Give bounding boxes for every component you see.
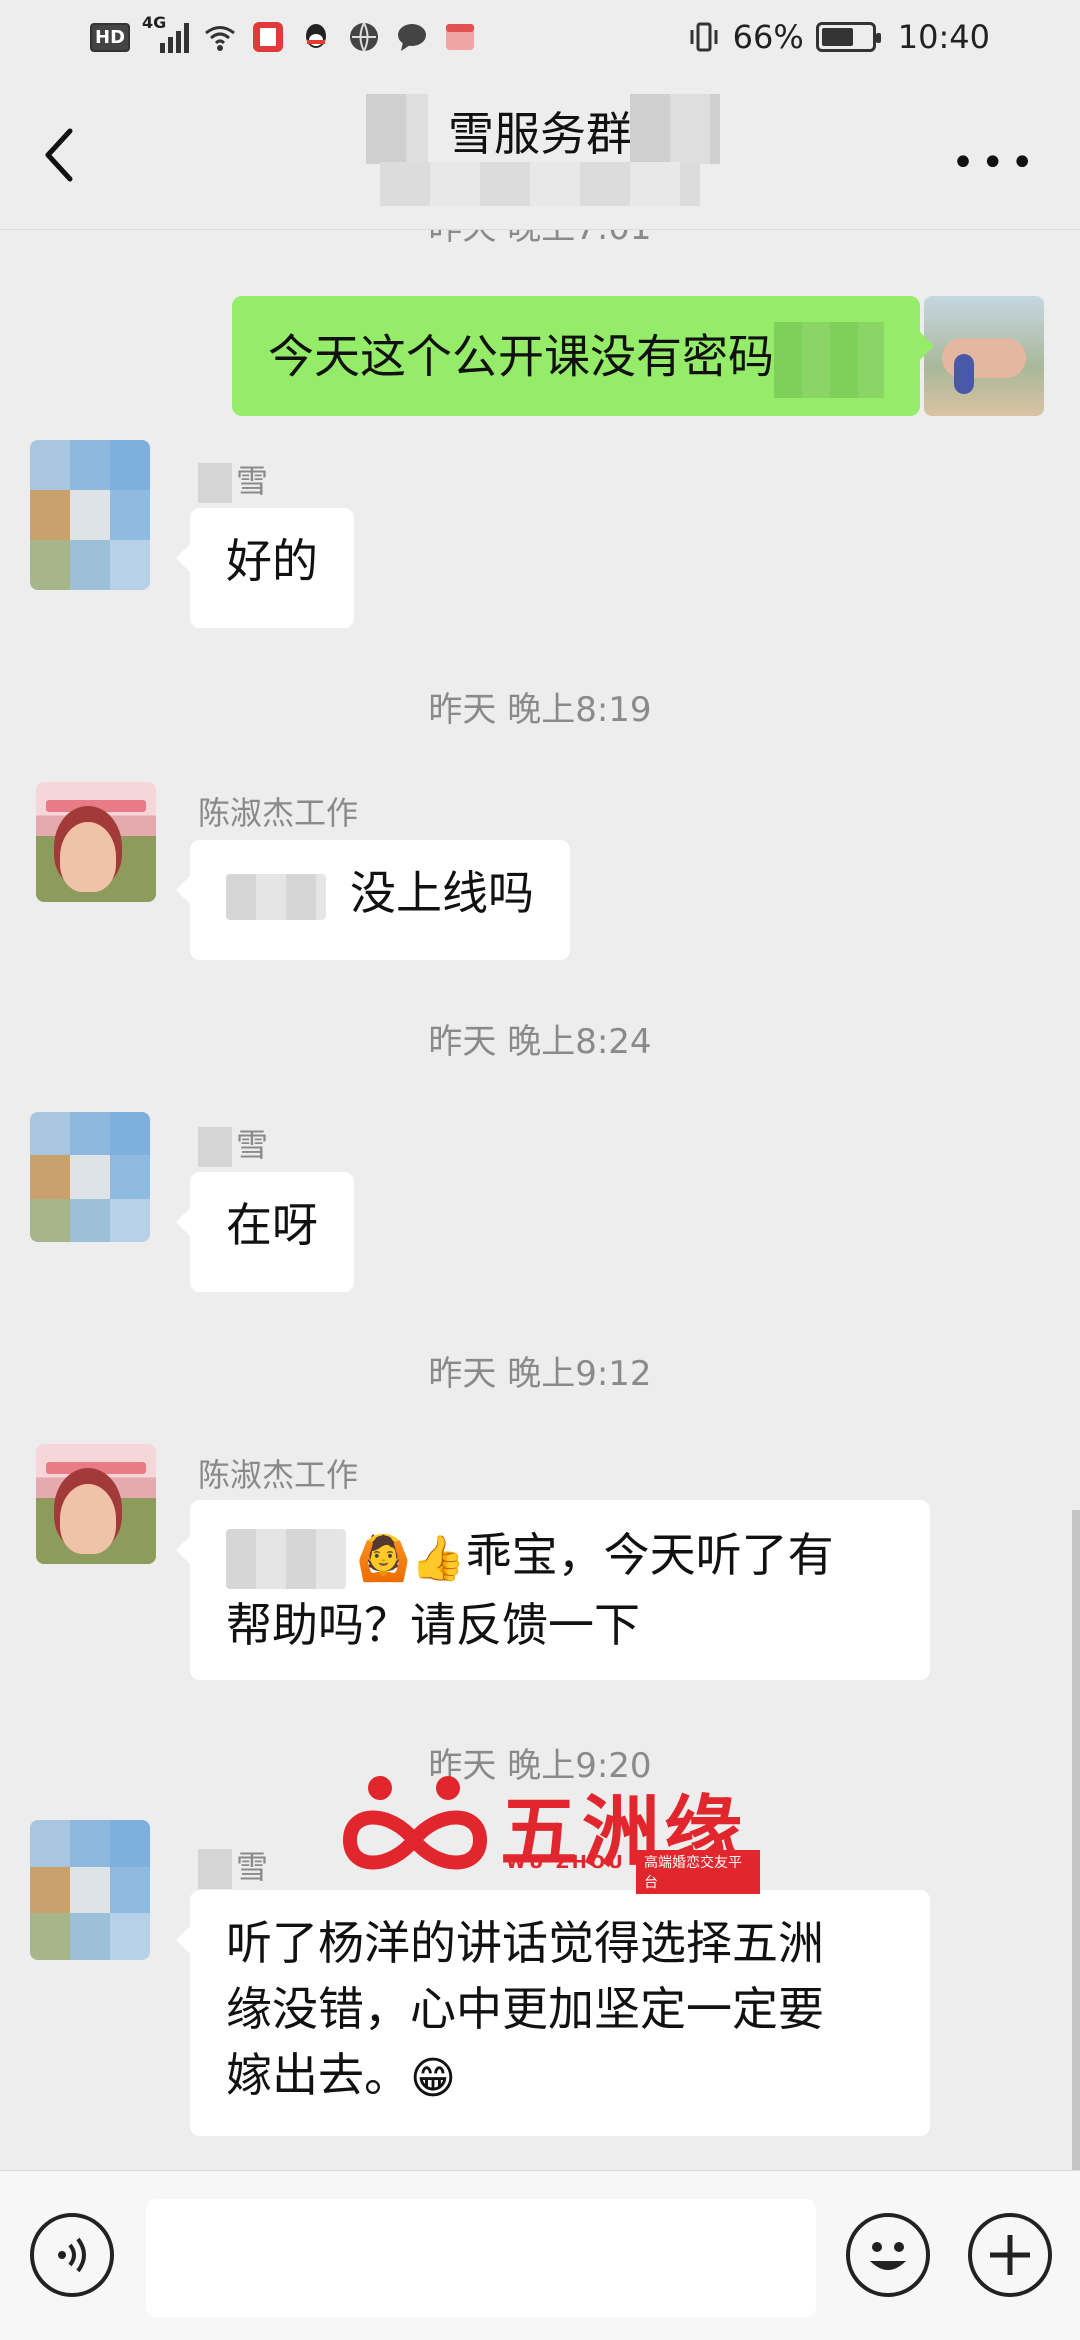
wifi-icon (205, 26, 235, 51)
incoming-message[interactable]: 听了杨洋的讲话觉得选择五洲 缘没错，心中更加坚定一定要 嫁出去。😁 (176, 1890, 930, 2136)
infinity-logo-icon (342, 1776, 488, 1870)
timestamp: 昨天 晚上9:12 (428, 1354, 652, 1394)
redacted-text (226, 1528, 346, 1589)
more-functions-button[interactable] (968, 2213, 1052, 2297)
sender-avatar[interactable] (30, 440, 150, 590)
message-text: 听了杨洋的讲话觉得选择五洲 (226, 1916, 824, 1970)
status-right: 66% 10:40 (687, 18, 990, 56)
timestamp: 昨天 晚上8:19 (428, 690, 652, 730)
watermark-tag: 高端婚恋交友平台 (636, 1850, 760, 1894)
voice-button[interactable] (30, 2213, 114, 2297)
voice-icon (58, 2237, 86, 2273)
sender-avatar[interactable] (30, 1820, 150, 1960)
plus-icon (990, 2235, 1030, 2275)
chat-title[interactable]: 雪服务群 (0, 98, 1080, 164)
sender-name: 陈淑杰工作 (198, 1456, 359, 1494)
member-count-mosaic (380, 162, 700, 206)
message-line: 🙆👍乖宝，今天听了有 (226, 1522, 894, 1592)
incoming-message[interactable]: 没上线吗 (176, 840, 570, 960)
qq-icon (306, 24, 327, 48)
sender-avatar[interactable] (30, 1112, 150, 1242)
sender-name: 雪 (198, 1842, 268, 1889)
emoji-icon (870, 2242, 906, 2270)
redacted-text (226, 873, 326, 920)
watermark-logo: 五洲缘 WU ZHOU YUAN 高端婚恋交友平台 (330, 1770, 760, 1894)
message-icon (398, 24, 427, 51)
app-icon (446, 24, 475, 50)
sender-name: 雪 (198, 456, 268, 503)
incoming-message[interactable]: 好的 (176, 508, 354, 628)
status-bar: HD 4G 66% 10:40 (0, 0, 1080, 80)
title-mosaic-right (630, 94, 720, 164)
sender-name: 陈淑杰工作 (198, 794, 359, 832)
timestamp: 昨天 晚上7:01 (0, 230, 1080, 249)
message-text: 嫁出去。 (226, 2048, 410, 2102)
message-text: 今天这个公开课没有密码 (268, 329, 774, 384)
vibrate-icon (690, 22, 718, 52)
reader-app-icon (253, 22, 284, 52)
battery-percent: 66% (732, 18, 804, 56)
message-text: 没上线吗 (350, 866, 534, 920)
chat-header: 雪服务群 ••• (0, 80, 1080, 230)
status-left: HD 4G (90, 13, 477, 54)
message-text: 在呀 (226, 1198, 318, 1252)
network-label: 4G (142, 13, 167, 32)
message-text: 好的 (226, 534, 318, 588)
message-text: 缘没错，心中更加坚定一定要 (226, 1982, 824, 2036)
signal-icon: 4G (142, 13, 190, 53)
grinning-emoji: 😁 (410, 2052, 456, 2104)
incoming-message[interactable]: 🙆👍乖宝，今天听了有 帮助吗？请反馈一下 (176, 1500, 930, 1680)
emoji-button[interactable] (846, 2213, 930, 2297)
input-bar (0, 2170, 1080, 2340)
redacted-text (774, 322, 884, 398)
message-line: 嫁出去。😁 (226, 2042, 894, 2112)
incoming-message[interactable]: 在呀 (176, 1172, 354, 1292)
timestamp: 昨天 晚上8:24 (428, 1022, 652, 1062)
browser-icon (350, 22, 379, 52)
battery-fill (821, 28, 854, 46)
message-text: 帮助吗？请反馈一下 (226, 1597, 640, 1652)
battery-icon (815, 22, 881, 52)
clock: 10:40 (897, 18, 990, 56)
scrollbar[interactable] (1072, 1510, 1080, 2170)
message-input[interactable] (146, 2199, 816, 2317)
outgoing-message[interactable]: 今天这个公开课没有密码 (232, 296, 934, 416)
sender-name: 雪 (198, 1120, 268, 1167)
hd-icon: HD (90, 22, 131, 52)
message-text: 乖宝，今天听了有 (465, 1528, 834, 1582)
sender-avatar[interactable] (36, 1444, 156, 1564)
sender-avatar[interactable] (36, 782, 156, 902)
emoji-icons: 🙆👍 (356, 1532, 466, 1584)
more-options-button[interactable]: ••• (951, 140, 1040, 186)
my-avatar[interactable] (924, 296, 1044, 416)
